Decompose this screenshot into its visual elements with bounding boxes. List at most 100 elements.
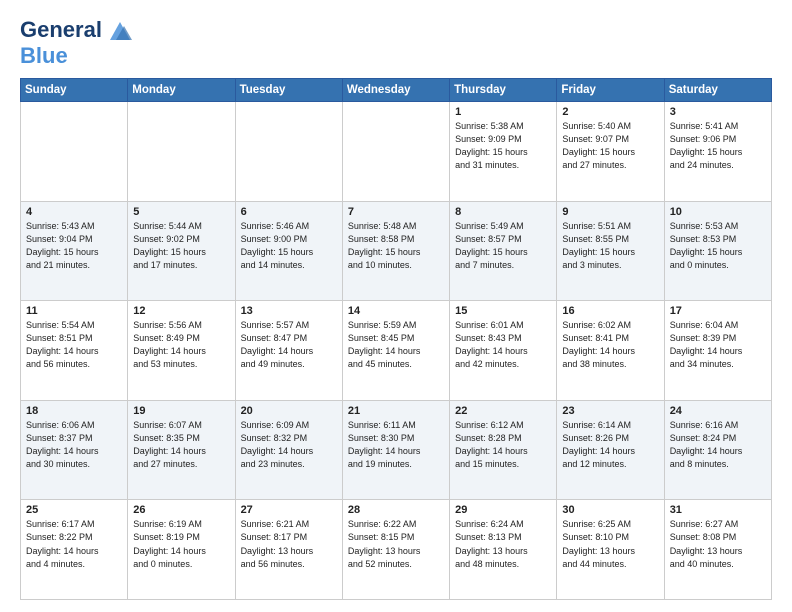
day-number: 16 — [562, 305, 658, 317]
day-cell: 14 Sunrise: 5:59 AM Sunset: 8:45 PM Dayli… — [342, 301, 449, 401]
day-info: Sunrise: 5:49 AM Sunset: 8:57 PM Dayligh… — [455, 220, 551, 272]
day-number: 5 — [133, 206, 229, 218]
day-info: Sunrise: 6:01 AM Sunset: 8:43 PM Dayligh… — [455, 319, 551, 371]
logo-text: General — [20, 18, 102, 42]
day-cell: 25 Sunrise: 6:17 AM Sunset: 8:22 PM Dayli… — [21, 500, 128, 600]
day-cell: 3 Sunrise: 5:41 AM Sunset: 9:06 PM Daylig… — [664, 102, 771, 202]
day-cell: 5Sunrise: 5:44 AM Sunset: 9:02 PM Daylig… — [128, 201, 235, 301]
day-cell: 9 Sunrise: 5:51 AM Sunset: 8:55 PM Daylig… — [557, 201, 664, 301]
col-header-tuesday: Tuesday — [235, 79, 342, 102]
day-cell — [21, 102, 128, 202]
header: General Blue — [20, 16, 772, 68]
day-cell: 1 Sunrise: 5:38 AM Sunset: 9:09 PM Daylig… — [450, 102, 557, 202]
day-cell: 30Sunrise: 6:25 AM Sunset: 8:10 PM Dayli… — [557, 500, 664, 600]
logo: General Blue — [20, 16, 134, 68]
day-info: Sunrise: 6:02 AM Sunset: 8:41 PM Dayligh… — [562, 319, 658, 371]
day-info: Sunrise: 6:14 AM Sunset: 8:26 PM Dayligh… — [562, 419, 658, 471]
day-cell: 26Sunrise: 6:19 AM Sunset: 8:19 PM Dayli… — [128, 500, 235, 600]
day-info: Sunrise: 5:46 AM Sunset: 9:00 PM Dayligh… — [241, 220, 337, 272]
day-cell: 22 Sunrise: 6:12 AM Sunset: 8:28 PM Dayli… — [450, 400, 557, 500]
day-number: 1 — [455, 106, 551, 118]
day-number: 18 — [26, 405, 122, 417]
day-number: 31 — [670, 504, 766, 516]
day-info: Sunrise: 6:04 AM Sunset: 8:39 PM Dayligh… — [670, 319, 766, 371]
day-info: Sunrise: 6:24 AM Sunset: 8:13 PM Dayligh… — [455, 518, 551, 570]
day-info: Sunrise: 6:07 AM Sunset: 8:35 PM Dayligh… — [133, 419, 229, 471]
day-number: 14 — [348, 305, 444, 317]
week-row-1: 1 Sunrise: 5:38 AM Sunset: 9:09 PM Daylig… — [21, 102, 772, 202]
day-info: Sunrise: 5:38 AM Sunset: 9:09 PM Dayligh… — [455, 120, 551, 172]
day-info: Sunrise: 6:06 AM Sunset: 8:37 PM Dayligh… — [26, 419, 122, 471]
day-number: 7 — [348, 206, 444, 218]
day-number: 24 — [670, 405, 766, 417]
day-cell: 18 Sunrise: 6:06 AM Sunset: 8:37 PM Dayli… — [21, 400, 128, 500]
logo-icon — [106, 16, 134, 44]
day-number: 28 — [348, 504, 444, 516]
day-cell: 28 Sunrise: 6:22 AM Sunset: 8:15 PM Dayli… — [342, 500, 449, 600]
day-number: 3 — [670, 106, 766, 118]
day-info: Sunrise: 5:53 AM Sunset: 8:53 PM Dayligh… — [670, 220, 766, 272]
day-cell: 17 Sunrise: 6:04 AM Sunset: 8:39 PM Dayli… — [664, 301, 771, 401]
day-cell: 20Sunrise: 6:09 AM Sunset: 8:32 PM Dayli… — [235, 400, 342, 500]
col-header-wednesday: Wednesday — [342, 79, 449, 102]
day-number: 10 — [670, 206, 766, 218]
day-cell: 29 Sunrise: 6:24 AM Sunset: 8:13 PM Dayli… — [450, 500, 557, 600]
day-number: 6 — [241, 206, 337, 218]
day-cell — [342, 102, 449, 202]
day-info: Sunrise: 6:22 AM Sunset: 8:15 PM Dayligh… — [348, 518, 444, 570]
day-cell — [235, 102, 342, 202]
day-info: Sunrise: 6:19 AM Sunset: 8:19 PM Dayligh… — [133, 518, 229, 570]
day-cell: 2 Sunrise: 5:40 AM Sunset: 9:07 PM Daylig… — [557, 102, 664, 202]
day-cell: 8 Sunrise: 5:49 AM Sunset: 8:57 PM Daylig… — [450, 201, 557, 301]
col-header-saturday: Saturday — [664, 79, 771, 102]
day-number: 22 — [455, 405, 551, 417]
day-info: Sunrise: 5:48 AM Sunset: 8:58 PM Dayligh… — [348, 220, 444, 272]
logo-subtext: Blue — [20, 43, 68, 68]
week-row-5: 25 Sunrise: 6:17 AM Sunset: 8:22 PM Dayli… — [21, 500, 772, 600]
col-header-thursday: Thursday — [450, 79, 557, 102]
col-header-friday: Friday — [557, 79, 664, 102]
day-number: 23 — [562, 405, 658, 417]
day-cell: 13Sunrise: 5:57 AM Sunset: 8:47 PM Dayli… — [235, 301, 342, 401]
day-info: Sunrise: 5:51 AM Sunset: 8:55 PM Dayligh… — [562, 220, 658, 272]
day-cell: 4Sunrise: 5:43 AM Sunset: 9:04 PM Daylig… — [21, 201, 128, 301]
day-number: 15 — [455, 305, 551, 317]
day-cell: 24 Sunrise: 6:16 AM Sunset: 8:24 PM Dayli… — [664, 400, 771, 500]
day-info: Sunrise: 6:12 AM Sunset: 8:28 PM Dayligh… — [455, 419, 551, 471]
col-header-sunday: Sunday — [21, 79, 128, 102]
day-cell: 31 Sunrise: 6:27 AM Sunset: 8:08 PM Dayli… — [664, 500, 771, 600]
day-number: 12 — [133, 305, 229, 317]
day-number: 20 — [241, 405, 337, 417]
day-info: Sunrise: 6:16 AM Sunset: 8:24 PM Dayligh… — [670, 419, 766, 471]
day-info: Sunrise: 6:25 AM Sunset: 8:10 PM Dayligh… — [562, 518, 658, 570]
day-number: 19 — [133, 405, 229, 417]
day-number: 25 — [26, 504, 122, 516]
day-info: Sunrise: 5:40 AM Sunset: 9:07 PM Dayligh… — [562, 120, 658, 172]
day-cell: 19 Sunrise: 6:07 AM Sunset: 8:35 PM Dayli… — [128, 400, 235, 500]
day-number: 11 — [26, 305, 122, 317]
col-header-monday: Monday — [128, 79, 235, 102]
week-row-2: 4Sunrise: 5:43 AM Sunset: 9:04 PM Daylig… — [21, 201, 772, 301]
day-info: Sunrise: 6:17 AM Sunset: 8:22 PM Dayligh… — [26, 518, 122, 570]
day-cell: 16 Sunrise: 6:02 AM Sunset: 8:41 PM Dayli… — [557, 301, 664, 401]
day-info: Sunrise: 5:43 AM Sunset: 9:04 PM Dayligh… — [26, 220, 122, 272]
calendar-table: SundayMondayTuesdayWednesdayThursdayFrid… — [20, 78, 772, 600]
week-row-4: 18 Sunrise: 6:06 AM Sunset: 8:37 PM Dayli… — [21, 400, 772, 500]
day-cell: 27Sunrise: 6:21 AM Sunset: 8:17 PM Dayli… — [235, 500, 342, 600]
day-cell: 21Sunrise: 6:11 AM Sunset: 8:30 PM Dayli… — [342, 400, 449, 500]
day-number: 9 — [562, 206, 658, 218]
day-number: 8 — [455, 206, 551, 218]
day-cell: 11Sunrise: 5:54 AM Sunset: 8:51 PM Dayli… — [21, 301, 128, 401]
day-number: 29 — [455, 504, 551, 516]
page: General Blue SundayMondayTuesdayWednesda… — [0, 0, 792, 612]
day-number: 2 — [562, 106, 658, 118]
day-cell — [128, 102, 235, 202]
day-info: Sunrise: 5:59 AM Sunset: 8:45 PM Dayligh… — [348, 319, 444, 371]
day-cell: 7 Sunrise: 5:48 AM Sunset: 8:58 PM Daylig… — [342, 201, 449, 301]
day-number: 17 — [670, 305, 766, 317]
day-info: Sunrise: 5:57 AM Sunset: 8:47 PM Dayligh… — [241, 319, 337, 371]
day-info: Sunrise: 6:27 AM Sunset: 8:08 PM Dayligh… — [670, 518, 766, 570]
day-cell: 12Sunrise: 5:56 AM Sunset: 8:49 PM Dayli… — [128, 301, 235, 401]
day-number: 27 — [241, 504, 337, 516]
day-info: Sunrise: 5:41 AM Sunset: 9:06 PM Dayligh… — [670, 120, 766, 172]
